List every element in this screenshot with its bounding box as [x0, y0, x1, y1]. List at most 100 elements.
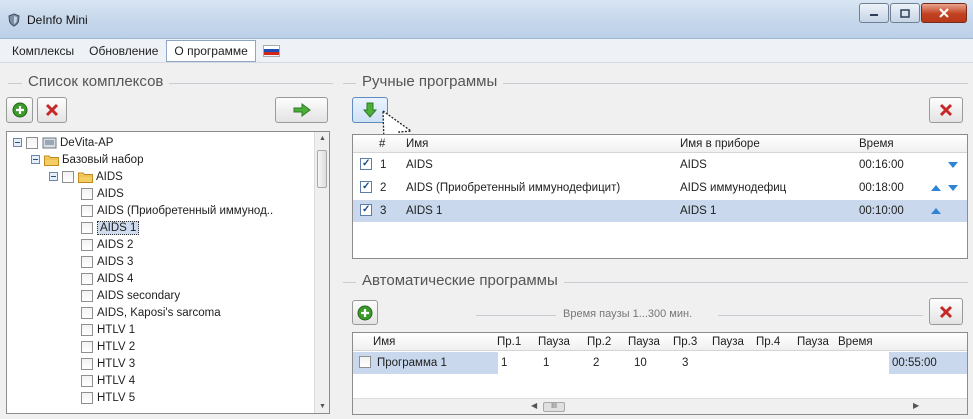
auto-col-header[interactable]: Пр.4 [756, 336, 780, 348]
tree-item-checkbox[interactable] [81, 255, 93, 268]
table-row[interactable]: 1 AIDS AIDS 00:16:00 [353, 154, 967, 176]
tree-item[interactable]: HTLV 2 [81, 339, 135, 354]
table-row[interactable]: Программа 1 1 1 2 10 3 00:55:00 [353, 352, 967, 374]
manual-grid-header: # Имя Имя в приборе Время [353, 135, 967, 153]
tree-item[interactable]: AIDS, Kaposi's sarcoma [81, 305, 221, 320]
menu-about[interactable]: О программе [166, 39, 256, 62]
device-icon [42, 137, 57, 148]
tree-item[interactable]: AIDS secondary [81, 288, 180, 303]
manual-programs-grid[interactable]: # Имя Имя в приборе Время 1 AIDS AIDS 00:16… [352, 134, 968, 259]
close-button[interactable] [921, 3, 967, 23]
auto-col-header[interactable]: Время [838, 336, 873, 348]
delete-auto-button[interactable] [929, 298, 963, 325]
cell-device-name: AIDS [680, 159, 707, 171]
tree-item-checkbox[interactable] [81, 204, 93, 217]
add-auto-button[interactable] [352, 300, 378, 325]
tree-item-checkbox[interactable] [81, 238, 93, 251]
tree-item-checkbox[interactable] [81, 187, 93, 200]
tree-item-checkbox[interactable] [81, 306, 93, 319]
auto-col-header[interactable]: Пауза [538, 336, 570, 348]
delete-x-icon [939, 305, 953, 318]
auto-cell[interactable]: 00:55:00 [892, 357, 937, 369]
tree-item[interactable]: AIDS 2 [81, 237, 133, 252]
collapse-toggle-icon[interactable] [49, 172, 58, 181]
pause-hint-line-left [476, 315, 556, 316]
menu-complexes[interactable]: Комплексы [5, 41, 81, 61]
auto-col-header[interactable]: Имя [373, 336, 395, 348]
scroll-down-icon[interactable]: ▼ [319, 403, 326, 410]
col-device-name[interactable]: Имя в приборе [680, 138, 760, 150]
delete-manual-button[interactable] [929, 97, 963, 123]
auto-col-header[interactable]: Пауза [628, 336, 660, 348]
tree-item[interactable]: HTLV 1 [81, 322, 135, 337]
tree-item[interactable]: AIDS 1 [81, 220, 140, 235]
move-right-button[interactable] [275, 97, 328, 123]
cell-device-name: AIDS иммунодефиц [680, 182, 787, 194]
tree-item-checkbox[interactable] [81, 323, 93, 336]
row-checkbox[interactable] [359, 356, 371, 368]
maximize-button[interactable] [890, 3, 920, 23]
auto-cell[interactable]: 10 [634, 357, 647, 369]
row-checkbox[interactable] [360, 158, 372, 170]
auto-col-header[interactable]: Пауза [712, 336, 744, 348]
auto-col-header[interactable]: Пауза [797, 336, 829, 348]
tree-vertical-scrollbar[interactable]: ▲ ▼ [314, 132, 329, 413]
tree-item[interactable]: Базовый набор [31, 152, 143, 167]
move-down-icon[interactable] [948, 162, 958, 168]
collapse-toggle-icon[interactable] [13, 138, 22, 147]
move-up-icon[interactable] [931, 208, 941, 214]
tree-item[interactable]: HTLV 5 [81, 390, 135, 405]
tree-item-checkbox[interactable] [81, 357, 93, 370]
tree-item-checkbox[interactable] [81, 374, 93, 387]
auto-cell[interactable]: 2 [593, 357, 599, 369]
delete-complex-button[interactable] [37, 97, 67, 123]
menu-update[interactable]: Обновление [82, 41, 165, 61]
add-complex-button[interactable] [6, 97, 33, 123]
auto-col-header[interactable]: Пр.3 [673, 336, 697, 348]
tree-item[interactable]: AIDS 3 [81, 254, 133, 269]
tree-item-checkbox[interactable] [81, 289, 93, 302]
auto-cell[interactable]: 3 [682, 357, 688, 369]
add-icon [12, 102, 27, 118]
tree-item-checkbox[interactable] [81, 340, 93, 353]
tree-item-label: AIDS, Kaposi's sarcoma [97, 306, 221, 319]
tree-item[interactable]: HTLV 3 [81, 356, 135, 371]
tree-item[interactable]: AIDS [81, 186, 124, 201]
table-row[interactable]: 3 AIDS 1 AIDS 1 00:10:00 [353, 200, 967, 222]
auto-cell[interactable]: Программа 1 [377, 357, 447, 369]
language-flag-icon[interactable] [262, 44, 280, 57]
auto-col-header[interactable]: Пр.2 [587, 336, 611, 348]
col-name[interactable]: Имя [406, 138, 428, 150]
tree-item-label: AIDS secondary [97, 289, 181, 302]
tree-item[interactable]: DeVita-AP [13, 135, 113, 150]
row-checkbox[interactable] [360, 181, 372, 193]
table-row[interactable]: 2 AIDS (Приобретенный иммунодефицит) AIDS … [353, 177, 967, 199]
move-down-icon[interactable] [948, 185, 958, 191]
tree-item-checkbox[interactable] [81, 221, 93, 234]
tree-item-checkbox[interactable] [81, 391, 93, 404]
move-up-icon[interactable] [931, 185, 941, 191]
scroll-right-icon[interactable]: ▶ [913, 401, 919, 410]
row-checkbox[interactable] [360, 204, 372, 216]
auto-programs-grid[interactable]: Имя Пр.1 Пауза Пр.2 Пауза Пр.3 Пауза Пр.4 Пауза В… [352, 332, 968, 415]
auto-col-header[interactable]: Пр.1 [497, 336, 521, 348]
auto-grid-horizontal-scrollbar[interactable]: ◀ III ▶ [353, 398, 967, 414]
tree-item-checkbox[interactable] [81, 272, 93, 285]
tree-item-checkbox[interactable] [62, 170, 74, 183]
scroll-up-icon[interactable]: ▲ [319, 135, 326, 142]
minimize-button[interactable] [859, 3, 889, 23]
complexes-tree[interactable]: DeVita-AP Базовый набор AIDS AIDS AIDS (Прио… [6, 131, 330, 414]
collapse-toggle-icon[interactable] [31, 155, 40, 164]
auto-cell[interactable]: 1 [543, 357, 549, 369]
tree-item[interactable]: AIDS 4 [81, 271, 133, 286]
col-number[interactable]: # [379, 138, 385, 150]
tree-item[interactable]: AIDS [49, 169, 123, 184]
tree-item[interactable]: AIDS (Приобретенный иммунод.. [81, 203, 273, 218]
scroll-thumb[interactable] [317, 150, 327, 188]
scroll-left-icon[interactable]: ◀ [531, 401, 537, 410]
auto-cell[interactable]: 1 [501, 357, 507, 369]
tree-item-checkbox[interactable] [26, 136, 38, 149]
col-time[interactable]: Время [859, 138, 894, 150]
hscroll-thumb[interactable]: III [543, 402, 565, 412]
tree-item[interactable]: HTLV 4 [81, 373, 135, 388]
